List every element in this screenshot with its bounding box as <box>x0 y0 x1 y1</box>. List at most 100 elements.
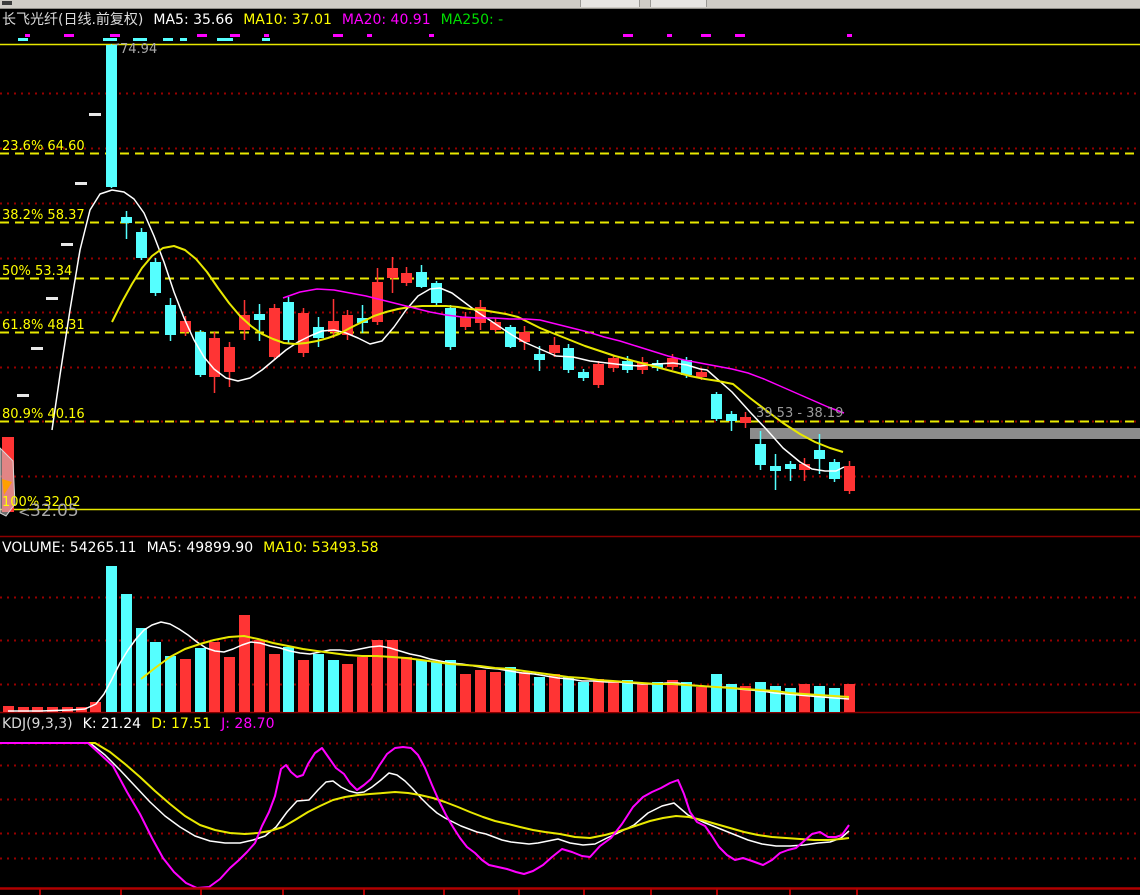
volume-bar <box>505 667 516 712</box>
candle-body <box>209 338 220 377</box>
candle-body <box>150 262 161 293</box>
volume-bar <box>313 654 324 712</box>
indicator-label: J: 28.70 <box>221 716 274 732</box>
clipped-ma-dot <box>623 34 628 37</box>
gap-zone <box>750 428 1140 439</box>
volume-bar <box>254 640 265 712</box>
candle-body <box>387 268 398 278</box>
candle-body <box>578 372 589 378</box>
candle-body <box>195 332 206 375</box>
volume-bar <box>165 656 176 712</box>
volume-bar <box>799 684 810 712</box>
volume-bar <box>637 684 648 712</box>
volume-bar <box>755 682 766 712</box>
limit-dash-candle <box>46 297 58 300</box>
volume-bar <box>372 640 383 712</box>
clipped-ma-dot <box>706 34 711 37</box>
candle-body <box>755 444 766 465</box>
volume-bar <box>622 680 633 712</box>
candle-body <box>416 272 427 287</box>
candle-body <box>401 273 412 283</box>
volume-bar <box>711 674 722 712</box>
clipped-ma-dot <box>333 34 338 37</box>
volume-bar <box>387 640 398 712</box>
clipped-ma-dot <box>235 34 240 37</box>
clipped-ma-dot <box>25 34 30 37</box>
volume-bar <box>239 615 250 712</box>
fib-level-label: 38.2% 58.37 <box>2 209 85 222</box>
volume-bar <box>180 659 191 712</box>
candle-body <box>431 283 442 303</box>
clipped-candle-dash <box>103 38 117 41</box>
candle-body <box>563 348 574 370</box>
volume-bar <box>269 654 280 712</box>
volume-bar <box>608 682 619 712</box>
indicator-label: D: 17.51 <box>151 716 211 732</box>
candle-body <box>460 317 471 327</box>
candle-body <box>593 364 604 385</box>
kdj-panel-header: KDJ(9,3,3) K: 21.24 D: 17.51 J: 28.70 <box>2 716 284 732</box>
clipped-ma-dot <box>667 34 672 37</box>
volume-bar <box>652 682 663 712</box>
clipped-candle-dash <box>262 38 270 41</box>
indicator-label: VOLUME: 54265.11 <box>2 540 137 556</box>
volume-bar <box>195 648 206 712</box>
candle-body <box>785 464 796 469</box>
volume-bar <box>209 642 220 712</box>
clipped-ma-dot <box>367 34 372 37</box>
volume-bar <box>416 660 427 712</box>
candle-body <box>711 394 722 419</box>
volume-bar <box>563 677 574 712</box>
volume-ma5-line <box>8 622 849 711</box>
clipped-ma-dot <box>740 34 745 37</box>
volume-bar <box>593 679 604 712</box>
candle-body <box>106 45 117 187</box>
clipped-ma-dot <box>69 34 74 37</box>
candle-body <box>298 313 309 353</box>
fib-level-label: 50% 53.34 <box>2 265 72 278</box>
clipped-ma-dot <box>847 34 852 37</box>
volume-bar <box>106 566 117 712</box>
volume-bar <box>136 628 147 712</box>
indicator-label: KDJ(9,3,3) <box>2 716 73 732</box>
clipped-candle-dash <box>18 38 28 41</box>
volume-bar <box>549 674 560 712</box>
chart-canvas[interactable] <box>0 0 1140 895</box>
volume-bar <box>445 660 456 712</box>
volume-bar <box>460 674 471 712</box>
clipped-ma-dot <box>197 34 202 37</box>
candle-body <box>136 232 147 258</box>
candle-body <box>681 360 692 375</box>
candle-body <box>254 314 265 320</box>
fib-level-label: 23.6% 64.60 <box>2 140 85 153</box>
trading-app-window: 长飞光纤(日线.前复权)MA5: 35.66MA10: 37.01MA20: 4… <box>0 0 1140 895</box>
volume-bar <box>519 672 530 712</box>
high-price-label: 74.94 <box>120 42 157 57</box>
limit-dash-candle <box>31 347 43 350</box>
volume-bar <box>283 647 294 712</box>
low-price-label: 32.05 <box>30 501 79 521</box>
clipped-ma-dot <box>202 34 207 37</box>
gap-zone-label: 39.53 - 38.19 <box>756 406 843 421</box>
candle-body <box>269 308 280 357</box>
volume-bar <box>534 677 545 712</box>
indicator-label: MA5: 49899.90 <box>147 540 254 556</box>
volume-bar <box>681 682 692 712</box>
low-arrow-icon: < <box>18 503 31 521</box>
candle-body <box>549 345 560 353</box>
indicator-label: K: 21.24 <box>83 716 141 732</box>
clipped-candle-dash <box>163 38 173 41</box>
limit-dash-candle <box>17 394 29 397</box>
clipped-ma-dot <box>110 34 115 37</box>
clipped-ma-dot <box>264 34 269 37</box>
indicator-label: MA10: 53493.58 <box>263 540 378 556</box>
candle-body <box>814 450 825 459</box>
volume-bar <box>829 688 840 712</box>
volume-bar <box>401 657 412 712</box>
fib-level-label: 80.9% 40.16 <box>2 408 85 421</box>
volume-bar <box>844 684 855 712</box>
volume-bar <box>490 672 501 712</box>
volume-bar <box>150 642 161 712</box>
candle-body <box>121 217 132 223</box>
limit-dash-candle <box>75 182 87 185</box>
